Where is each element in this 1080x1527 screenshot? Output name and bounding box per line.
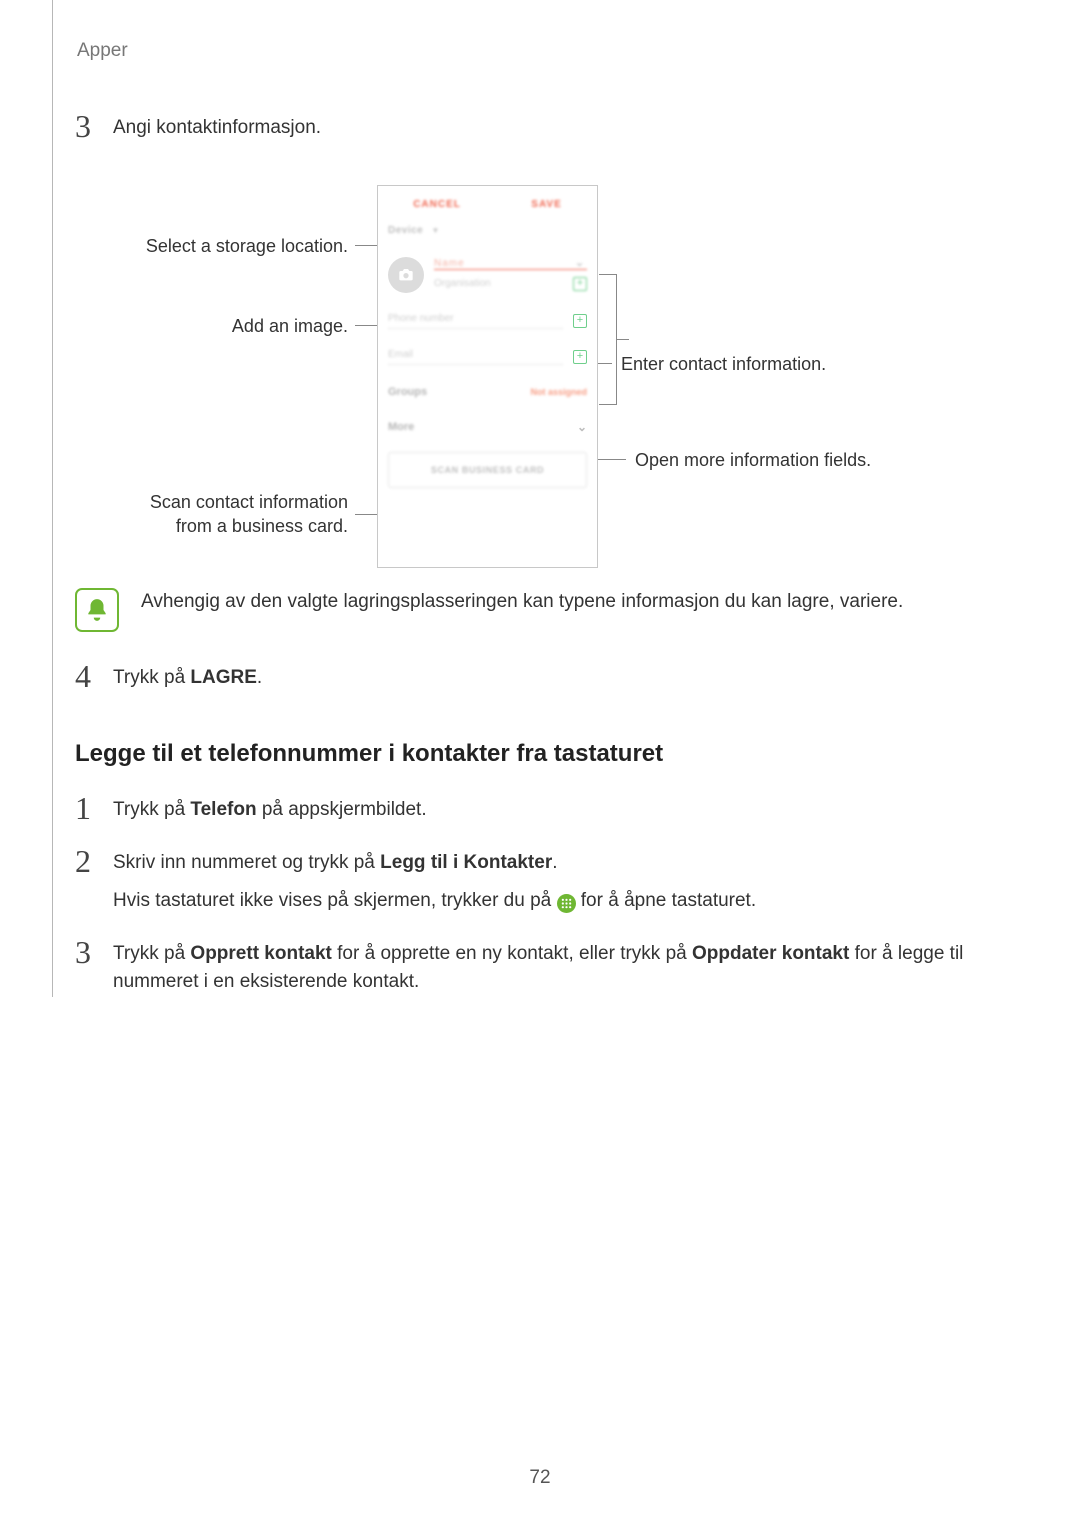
add-icon[interactable]: + [573, 314, 587, 328]
note-box: Avhengig av den valgte lagringsplasserin… [75, 588, 1010, 632]
save-button[interactable]: SAVE [531, 199, 562, 210]
callout-scan-card: Scan contact information from a business… [118, 490, 348, 539]
more-fields-button[interactable]: More ⌄ [388, 412, 587, 442]
leader-line [598, 459, 626, 460]
leader-line [355, 325, 377, 326]
phonenumber-field[interactable]: Phone number [388, 313, 563, 329]
step-number: 2 [75, 845, 113, 877]
callout-add-image: Add an image. [232, 314, 348, 338]
step-4-text: Trykk på LAGRE. [113, 664, 1010, 693]
chevron-down-icon: ▼ [432, 226, 440, 235]
step-number: 3 [75, 110, 113, 142]
step-4: 4 Trykk på LAGRE. [75, 664, 1010, 693]
chevron-down-icon: ⌄ [577, 420, 587, 434]
add-icon[interactable]: + [573, 277, 587, 291]
page-number: 72 [0, 1467, 1080, 1489]
step-number: 1 [75, 792, 113, 824]
storage-label: Device [388, 225, 423, 236]
leader-line [355, 514, 377, 515]
storage-selector[interactable]: Device ▼ [378, 223, 597, 236]
step-3-text: Angi kontaktinformasjon. [113, 114, 1010, 143]
bell-icon [84, 597, 110, 623]
organisation-field[interactable]: Organisation [434, 278, 491, 289]
name-field[interactable]: Name ⌄ [434, 252, 587, 270]
add-photo-button[interactable] [388, 257, 424, 293]
email-field[interactable]: Email [388, 349, 563, 365]
figure-contact-editor: Select a storage location. Add an image.… [75, 185, 1010, 568]
chevron-down-icon[interactable]: ⌄ [573, 255, 587, 269]
cancel-button[interactable]: CANCEL [413, 199, 461, 210]
groups-row[interactable]: Groups Not assigned [388, 378, 587, 406]
bracket-line [599, 274, 617, 405]
b-step-2-text: Skriv inn nummeret og trykk på Legg til … [113, 849, 1010, 916]
leader-line [355, 245, 377, 246]
b-step-2: 2 Skriv inn nummeret og trykk på Legg ti… [75, 849, 1010, 916]
callout-enter-info: Enter contact information. [621, 352, 826, 376]
phone-screenshot: CANCEL SAVE Device ▼ Name ⌄ Organisation [377, 185, 598, 568]
section-header: Apper [77, 40, 1010, 62]
step-3: 3 Angi kontaktinformasjon. [75, 114, 1010, 143]
step-number: 3 [75, 936, 113, 968]
scan-business-card-button[interactable]: SCAN BUSINESS CARD [388, 452, 587, 488]
subsection-heading: Legge til et telefonnummer i kontakter f… [75, 740, 1010, 768]
callout-more-fields: Open more information fields. [635, 448, 871, 472]
b-step-3: 3 Trykk på Opprett kontakt for å opprett… [75, 940, 1010, 997]
camera-icon [398, 267, 414, 283]
callout-storage: Select a storage location. [146, 234, 348, 258]
b-step-1: 1 Trykk på Telefon på appskjermbildet. [75, 796, 1010, 825]
b-step-3-text: Trykk på Opprett kontakt for å opprette … [113, 940, 1010, 997]
note-icon [75, 588, 119, 632]
note-text: Avhengig av den valgte lagringsplasserin… [141, 588, 903, 617]
dialpad-icon [557, 894, 576, 913]
b-step-1-text: Trykk på Telefon på appskjermbildet. [113, 796, 1010, 825]
step-number: 4 [75, 660, 113, 692]
add-icon[interactable]: + [573, 350, 587, 364]
